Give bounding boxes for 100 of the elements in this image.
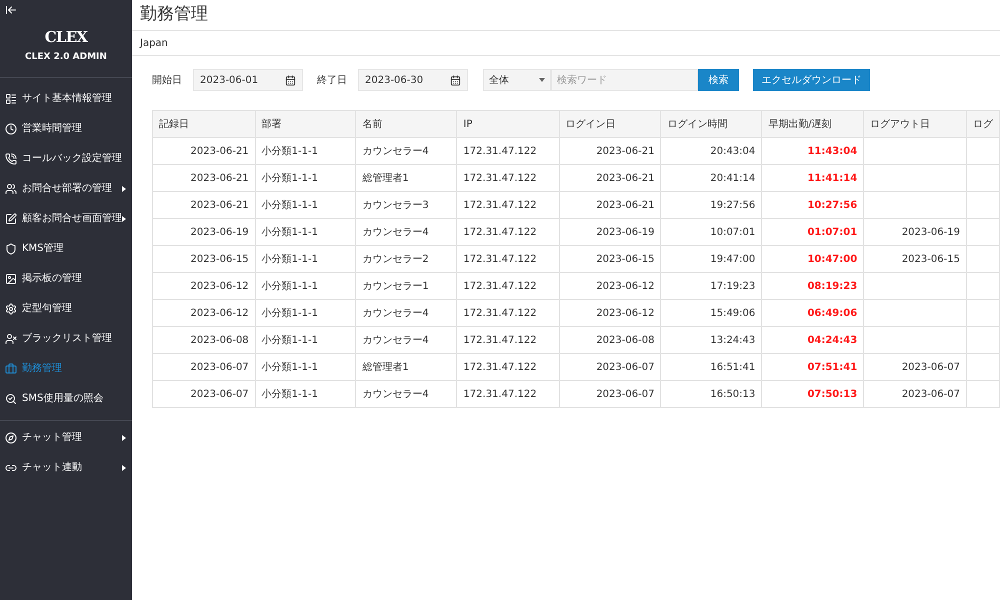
table-cell: 172.31.47.122 bbox=[456, 272, 560, 300]
search-button[interactable]: 検索 bbox=[698, 69, 739, 91]
table-cell: カウンセラー4 bbox=[356, 380, 457, 408]
table-cell: 2023-06-15 bbox=[152, 246, 256, 272]
search-icon bbox=[5, 392, 17, 404]
table-cell: 2023-06-12 bbox=[559, 272, 661, 300]
table-cell: 04:24:43 bbox=[762, 326, 864, 354]
table-cell: 20:43:04 bbox=[660, 138, 762, 164]
table-cell: カウンセラー4 bbox=[356, 300, 457, 326]
table-cell: 2023-06-08 bbox=[559, 326, 661, 354]
table-cell: 小分類1-1-1 bbox=[255, 380, 356, 408]
table-cell: 小分類1-1-1 bbox=[255, 138, 356, 164]
table-cell bbox=[966, 272, 1000, 300]
sidebar-item[interactable]: SMS使用量の照会 bbox=[0, 384, 132, 414]
table-cell: 2023-06-21 bbox=[559, 164, 661, 192]
table-cell: 16:50:13 bbox=[660, 380, 762, 408]
table-cell: 小分類1-1-1 bbox=[255, 218, 356, 246]
end-date-label: 終了日 bbox=[317, 74, 347, 88]
sidebar-item[interactable]: 掲示板の管理 bbox=[0, 264, 132, 294]
list-icon bbox=[5, 92, 17, 104]
table-cell: 10:07:01 bbox=[660, 218, 762, 246]
table-cell: 2023-06-21 bbox=[152, 138, 256, 164]
table-cell: 2023-06-12 bbox=[152, 272, 256, 300]
caret-icon bbox=[539, 78, 545, 82]
sidebar-item[interactable]: コールバック設定管理 bbox=[0, 144, 132, 174]
sidebar-item[interactable]: チャット連動 bbox=[0, 452, 132, 482]
logo-subtitle: CLEX 2.0 ADMIN bbox=[25, 51, 107, 64]
table-cell: カウンセラー1 bbox=[356, 272, 457, 300]
table-cell: 172.31.47.122 bbox=[456, 138, 560, 164]
table-cell bbox=[966, 326, 1000, 354]
column-header: IP bbox=[456, 110, 560, 138]
table-cell: 2023-06-15 bbox=[864, 246, 966, 272]
sidebar-item[interactable]: KMS管理 bbox=[0, 234, 132, 264]
column-header: 部署 bbox=[255, 110, 356, 138]
table-cell: 総管理者1 bbox=[356, 354, 457, 380]
search-field[interactable]: 検索ワード bbox=[551, 69, 698, 91]
table-cell: 2023-06-19 bbox=[864, 218, 966, 246]
phone-icon bbox=[5, 152, 17, 164]
sidebar-item[interactable]: サイト基本情報管理 bbox=[0, 84, 132, 114]
table-cell: カウンセラー4 bbox=[356, 326, 457, 354]
table-cell: 07:50:13 bbox=[762, 380, 864, 408]
table-cell: 2023-06-21 bbox=[559, 138, 661, 164]
table-cell: 172.31.47.122 bbox=[456, 192, 560, 218]
column-header: ログアウト日 bbox=[864, 110, 966, 138]
end-date-field[interactable]: 2023-06-30 bbox=[358, 69, 468, 91]
sidebar-item[interactable]: お問合せ部署の管理 bbox=[0, 174, 132, 204]
sidebar-item[interactable]: チャット管理 bbox=[0, 422, 132, 452]
table-cell bbox=[966, 246, 1000, 272]
users-icon bbox=[5, 182, 17, 194]
table-cell: 小分類1-1-1 bbox=[255, 192, 356, 218]
start-date-field[interactable]: 2023-06-01 bbox=[193, 69, 303, 91]
table-cell bbox=[966, 300, 1000, 326]
table-cell: 2023-06-07 bbox=[559, 354, 661, 380]
sidebar-item[interactable]: ブラックリスト管理 bbox=[0, 324, 132, 354]
sidebar-item[interactable]: 定型句管理 bbox=[0, 294, 132, 324]
table-cell: 2023-06-21 bbox=[152, 192, 256, 218]
compass-icon bbox=[5, 432, 17, 444]
table-cell: 小分類1-1-1 bbox=[255, 246, 356, 272]
table-cell: 172.31.47.122 bbox=[456, 218, 560, 246]
briefcase-icon bbox=[5, 362, 17, 374]
excel-download-button[interactable]: エクセルダウンロード bbox=[753, 69, 870, 91]
table-cell: 2023-06-21 bbox=[559, 192, 661, 218]
table-cell: 小分類1-1-1 bbox=[255, 326, 356, 354]
clock-icon bbox=[5, 122, 17, 134]
table-cell: 小分類1-1-1 bbox=[255, 354, 356, 380]
table-cell: 17:19:23 bbox=[660, 272, 762, 300]
table-cell: 2023-06-19 bbox=[152, 218, 256, 246]
column-header: ログイン時間 bbox=[660, 110, 762, 138]
breadcrumb: Japan bbox=[140, 36, 168, 50]
table-cell: 小分類1-1-1 bbox=[255, 164, 356, 192]
table-cell: 2023-06-07 bbox=[559, 380, 661, 408]
table-cell bbox=[966, 380, 1000, 408]
calendar-icon bbox=[450, 74, 461, 86]
edit-icon bbox=[5, 212, 17, 224]
table-cell: 11:43:04 bbox=[762, 138, 864, 164]
sidebar-item[interactable]: 顧客お問合せ画面管理 bbox=[0, 204, 132, 234]
sidebar-item[interactable]: 営業時間管理 bbox=[0, 114, 132, 144]
sidebar-item[interactable]: 勤務管理 bbox=[0, 354, 132, 384]
column-header: ログイン日 bbox=[559, 110, 661, 138]
logo: CLEX bbox=[44, 30, 88, 45]
table-cell: カウンセラー4 bbox=[356, 218, 457, 246]
table-cell bbox=[966, 354, 1000, 380]
table-cell: 総管理者1 bbox=[356, 164, 457, 192]
table-cell: カウンセラー4 bbox=[356, 138, 457, 164]
table-cell: 2023-06-07 bbox=[864, 380, 966, 408]
table-cell: カウンセラー2 bbox=[356, 246, 457, 272]
table-cell: 07:51:41 bbox=[762, 354, 864, 380]
table-cell: 2023-06-08 bbox=[152, 326, 256, 354]
page-title: 勤務管理 bbox=[140, 3, 208, 26]
table-cell: 19:47:00 bbox=[660, 246, 762, 272]
table-cell bbox=[966, 138, 1000, 164]
collapse-icon[interactable] bbox=[5, 4, 17, 16]
table-cell bbox=[966, 218, 1000, 246]
calendar-icon bbox=[285, 74, 296, 86]
table-cell: 16:51:41 bbox=[660, 354, 762, 380]
table-cell: 2023-06-12 bbox=[559, 300, 661, 326]
table-cell: 19:27:56 bbox=[660, 192, 762, 218]
table-cell: 2023-06-12 bbox=[152, 300, 256, 326]
table-cell: 13:24:43 bbox=[660, 326, 762, 354]
scope-dropdown[interactable]: 全体 bbox=[483, 69, 551, 91]
